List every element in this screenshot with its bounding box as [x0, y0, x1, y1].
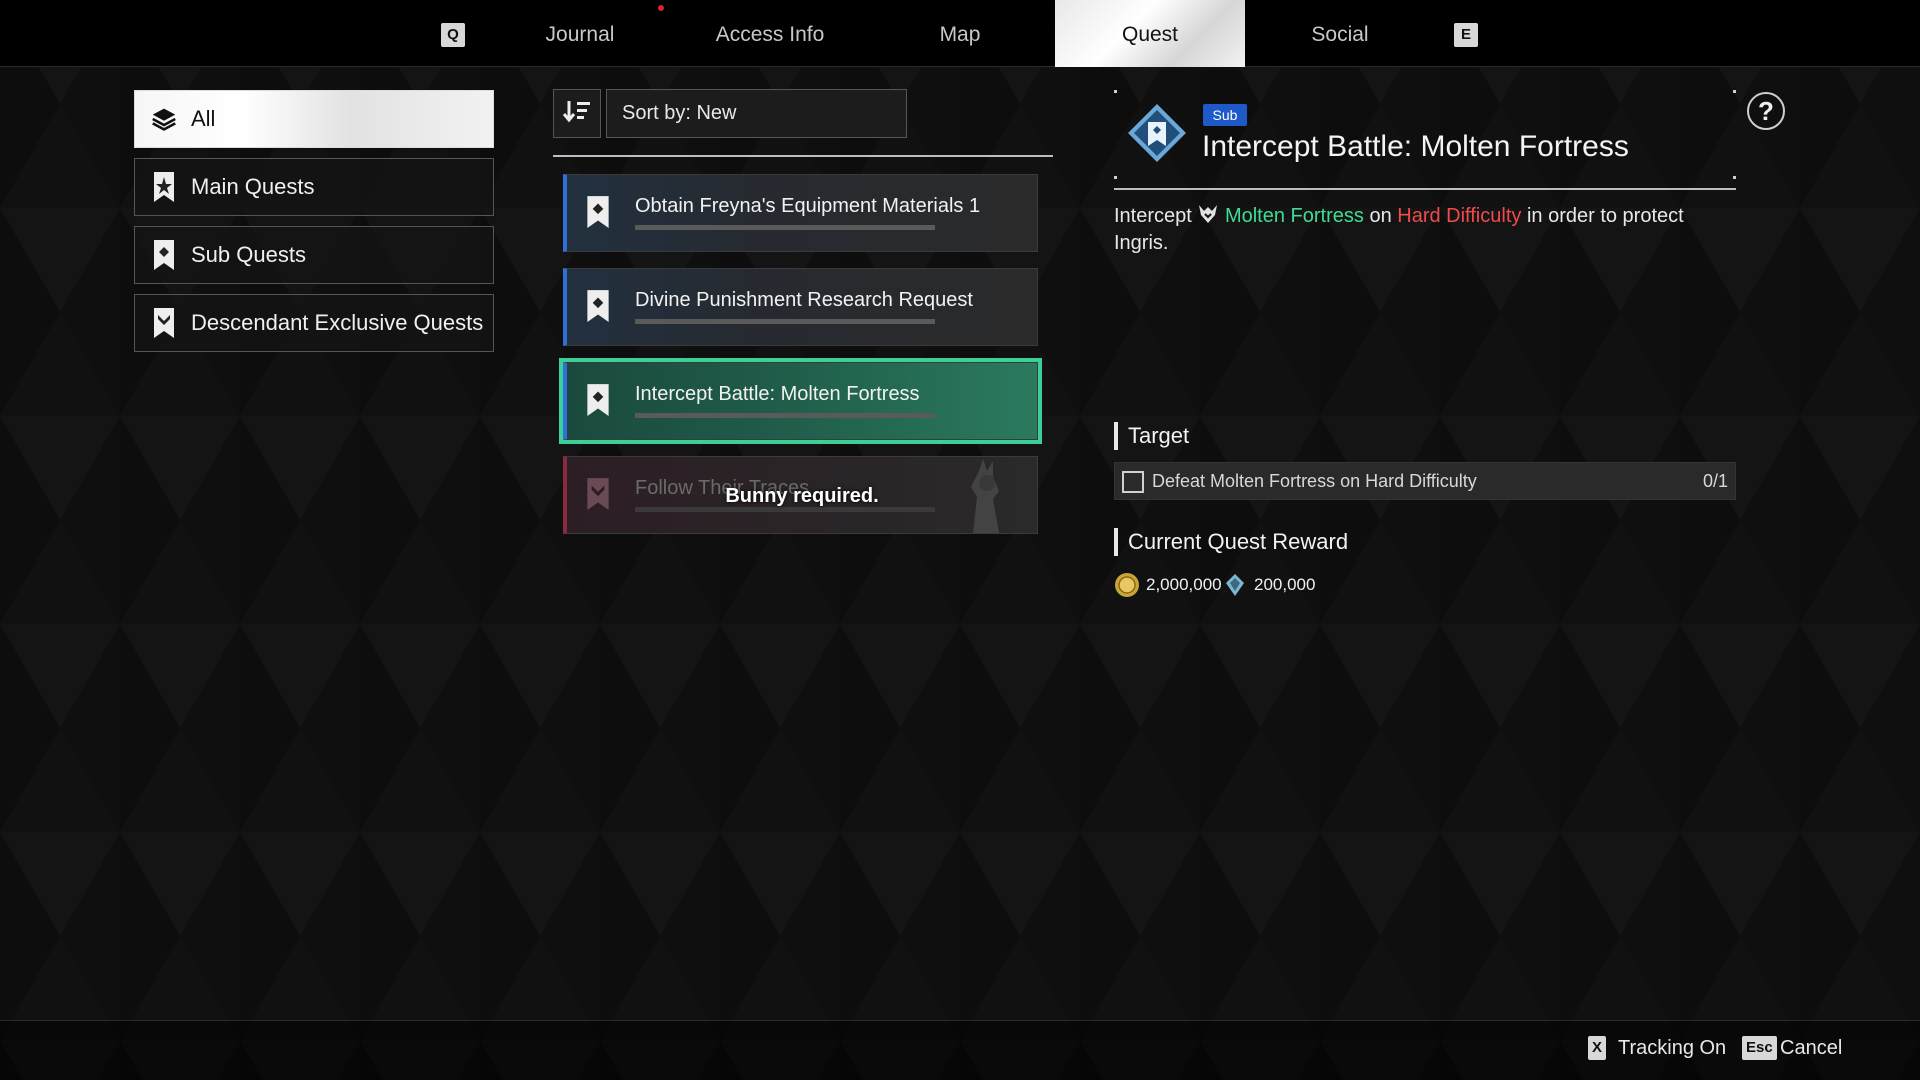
tab-quest[interactable]: Quest	[1055, 0, 1245, 67]
category-label: Descendant Exclusive Quests	[191, 310, 484, 335]
notification-dot	[658, 5, 664, 11]
sub-quest-bookmark-icon	[587, 290, 609, 322]
sort-dropdown[interactable]: Sort by: New	[606, 89, 907, 138]
description-text: Intercept	[1114, 205, 1192, 227]
quest-progress-bar	[635, 225, 935, 230]
quest-name: Obtain Freyna's Equipment Materials 1	[635, 195, 981, 217]
quest-progress-bar	[635, 413, 935, 418]
divider	[1114, 188, 1736, 190]
description-text: on	[1369, 205, 1392, 227]
quest-type-badge: Sub	[1203, 104, 1247, 126]
locked-requirement-message: Bunny required.	[725, 485, 879, 507]
help-button[interactable]: ?	[1747, 92, 1785, 130]
category-main-quests[interactable]: Main Quests	[134, 158, 494, 216]
corner-marker	[1114, 90, 1117, 93]
objective-progress: 0/1	[1702, 471, 1728, 491]
reward-heading: Current Quest Reward	[1114, 528, 1348, 556]
quest-progress-bar	[635, 319, 935, 324]
cancel-label[interactable]: Cancel	[1780, 1037, 1842, 1060]
boss-icon	[1197, 205, 1225, 227]
category-sub-quests[interactable]: Sub Quests	[134, 226, 494, 284]
sub-quest-bookmark-icon	[587, 384, 609, 416]
footer-bar: X Tracking On Esc Cancel	[0, 1020, 1920, 1080]
difficulty-text: Hard Difficulty	[1397, 205, 1522, 227]
quest-detail-title: Intercept Battle: Molten Fortress	[1202, 130, 1629, 163]
target-heading: Target	[1114, 422, 1189, 450]
corner-marker	[1114, 176, 1117, 179]
reward-item: 200,000	[1222, 572, 1315, 598]
gold-coin-icon	[1115, 573, 1139, 597]
divider	[553, 155, 1053, 157]
category-label: Main Quests	[191, 174, 315, 199]
corner-marker	[1733, 176, 1736, 179]
top-navigation: Q Journal Access Info Map Quest Social E	[0, 0, 1920, 67]
reward-amount: 200,000	[1254, 575, 1316, 594]
quest-name: Divine Punishment Research Request	[635, 289, 973, 311]
quest-description: Intercept Molten Fortress on Hard Diffic…	[1114, 203, 1714, 257]
quest-list-item[interactable]: Obtain Freyna's Equipment Materials 1	[563, 174, 1038, 252]
tracking-key-hint[interactable]: X	[1588, 1036, 1607, 1060]
quest-list-item[interactable]: Divine Punishment Research Request	[563, 268, 1038, 346]
tab-journal[interactable]: Journal	[485, 0, 675, 67]
main-quest-bookmark-icon	[151, 170, 177, 204]
sub-quest-bookmark-icon	[151, 238, 177, 272]
sub-quest-bookmark-icon	[587, 196, 609, 228]
sort-descending-icon	[562, 99, 591, 128]
sort-order-button[interactable]	[553, 89, 601, 138]
quest-list-item-locked[interactable]: Follow Their Traces Bunny required.	[563, 456, 1038, 534]
corner-marker	[1733, 90, 1736, 93]
category-label: Sub Quests	[191, 242, 306, 267]
quest-name: Intercept Battle: Molten Fortress	[635, 383, 920, 405]
quest-list-item-selected[interactable]: Intercept Battle: Molten Fortress	[563, 362, 1038, 440]
tab-map[interactable]: Map	[865, 0, 1055, 67]
category-all[interactable]: All	[134, 90, 494, 148]
category-descendant-exclusive[interactable]: Descendant Exclusive Quests	[134, 294, 494, 352]
boss-name: Molten Fortress	[1224, 205, 1364, 227]
objective-text: Defeat Molten Fortress on Hard Difficult…	[1152, 471, 1477, 491]
sub-quest-emblem-icon	[1128, 104, 1186, 162]
objective-checkbox	[1122, 471, 1144, 493]
next-tab-key-hint[interactable]: E	[1454, 23, 1478, 47]
descendant-bookmark-icon	[151, 306, 177, 340]
reward-amount: 2,000,000	[1146, 575, 1222, 594]
cancel-key-hint[interactable]: Esc	[1742, 1036, 1777, 1060]
kuiper-shard-icon	[1226, 574, 1244, 596]
tab-access-info[interactable]: Access Info	[675, 0, 865, 67]
layers-icon	[151, 102, 177, 136]
tracking-toggle-label[interactable]: Tracking On	[1618, 1037, 1726, 1060]
category-label: All	[191, 106, 216, 131]
tab-social[interactable]: Social	[1245, 0, 1435, 67]
reward-item: 2,000,000	[1114, 572, 1222, 598]
target-objective-row: Defeat Molten Fortress on Hard Difficult…	[1114, 462, 1736, 500]
prev-tab-key-hint[interactable]: Q	[441, 23, 465, 47]
